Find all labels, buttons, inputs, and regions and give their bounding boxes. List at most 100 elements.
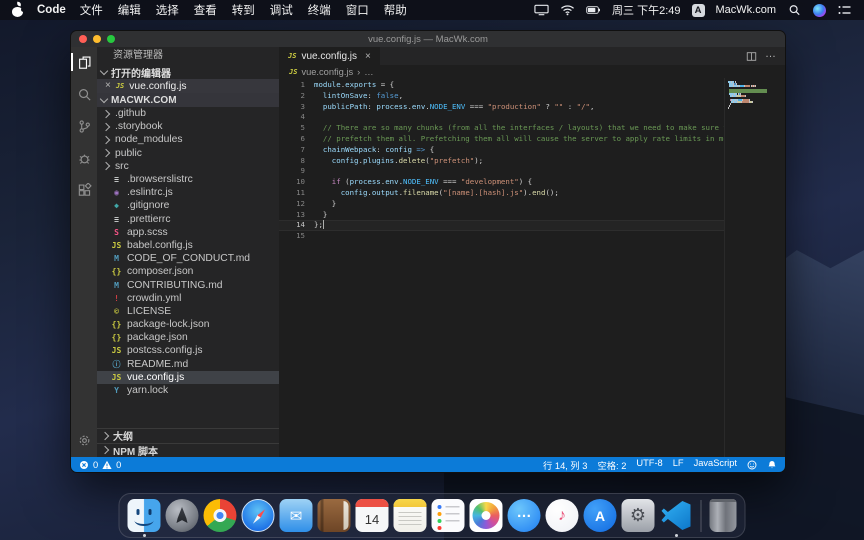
dock-notes[interactable]	[394, 499, 427, 532]
folder-row-src[interactable]: src	[97, 160, 279, 173]
code-line-6[interactable]: 6 // prefetch them all. Prefetching them…	[279, 134, 785, 145]
code-line-3[interactable]: 3 publicPath: process.env.NODE_ENV === "…	[279, 102, 785, 113]
code-editor[interactable]: 1module.exports = {2 lintOnSave: false,3…	[279, 78, 785, 457]
dock-chrome[interactable]	[204, 499, 237, 532]
menubar-menu-终端[interactable]: 终端	[308, 2, 331, 18]
menubar-app-name[interactable]: Code	[37, 4, 66, 16]
dock-reminders[interactable]	[432, 499, 465, 532]
file-row-vue.config.js[interactable]: JSvue.config.js	[97, 371, 279, 384]
code-line-9[interactable]: 9	[279, 166, 785, 177]
source-control-icon[interactable]	[71, 117, 97, 135]
notifications-bell-icon[interactable]	[767, 460, 777, 470]
file-row-LICENSE[interactable]: ©LICENSE	[97, 305, 279, 318]
code-line-8[interactable]: 8 config.plugins.delete("prefetch");	[279, 156, 785, 167]
status-item[interactable]: JavaScript	[694, 458, 737, 472]
code-line-7[interactable]: 7 chainWebpack: config => {	[279, 145, 785, 156]
explorer-icon[interactable]	[71, 53, 97, 71]
dock-settings[interactable]: ⚙	[622, 499, 655, 532]
settings-gear-icon[interactable]	[71, 431, 97, 449]
battery-icon[interactable]	[586, 4, 601, 16]
file-row-crowdin.yml[interactable]: !crowdin.yml	[97, 292, 279, 305]
project-root-header[interactable]: MACWK.COM	[97, 93, 279, 107]
display-icon[interactable]	[534, 4, 549, 16]
wifi-icon[interactable]	[560, 4, 575, 16]
folder-row-node_modules[interactable]: node_modules	[97, 133, 279, 146]
dock-photos[interactable]	[470, 499, 503, 532]
status-item[interactable]: LF	[673, 458, 684, 472]
dock-vscode[interactable]	[660, 499, 693, 532]
folder-row-.github[interactable]: .github	[97, 107, 279, 120]
apple-menu-icon[interactable]	[12, 4, 23, 17]
dock-calendar[interactable]: 14	[356, 499, 389, 532]
file-row-composer.json[interactable]: {}composer.json	[97, 265, 279, 278]
folder-row-.storybook[interactable]: .storybook	[97, 120, 279, 133]
menubar-menu-帮助[interactable]: 帮助	[384, 2, 407, 18]
tab-vue-config-js[interactable]: JS vue.config.js ×	[279, 47, 380, 65]
open-editors-header[interactable]: 打开的编辑器	[97, 65, 279, 79]
dock-messages[interactable]: …	[508, 499, 541, 532]
code-line-12[interactable]: 12 }	[279, 199, 785, 210]
menubar-menu-查看[interactable]: 查看	[194, 2, 217, 18]
code-line-4[interactable]: 4	[279, 112, 785, 123]
file-row-app.scss[interactable]: Sapp.scss	[97, 226, 279, 239]
code-line-2[interactable]: 2 lintOnSave: false,	[279, 91, 785, 102]
file-row-package-lock.json[interactable]: {}package-lock.json	[97, 318, 279, 331]
notification-center-icon[interactable]	[837, 4, 852, 16]
file-row-.gitignore[interactable]: ◆.gitignore	[97, 199, 279, 212]
dock-finder[interactable]	[128, 499, 161, 532]
input-method-icon[interactable]: A	[692, 4, 705, 17]
status-item[interactable]: 空格: 2	[597, 458, 626, 472]
problems-indicator[interactable]: 0 0	[79, 460, 121, 470]
close-icon[interactable]: ×	[105, 81, 111, 91]
file-row-.prettierrc[interactable]: ≡.prettierrc	[97, 213, 279, 226]
menubar-menu-调试[interactable]: 调试	[270, 2, 293, 18]
code-line-11[interactable]: 11 config.output.filename("[name].[hash]…	[279, 188, 785, 199]
feedback-smiley-icon[interactable]	[747, 460, 757, 470]
dock-contacts[interactable]	[318, 499, 351, 532]
file-row-README.md[interactable]: ⓘREADME.md	[97, 358, 279, 371]
debug-icon[interactable]	[71, 149, 97, 167]
file-row-package.json[interactable]: {}package.json	[97, 331, 279, 344]
dock-appstore[interactable]: A	[584, 499, 617, 532]
menubar-menu-编辑[interactable]: 编辑	[118, 2, 141, 18]
code-line-14[interactable]: 14};	[279, 220, 785, 231]
status-item[interactable]: UTF-8	[636, 458, 662, 472]
extensions-icon[interactable]	[71, 181, 97, 199]
code-line-13[interactable]: 13 }	[279, 210, 785, 221]
dock-itunes[interactable]: ♪	[546, 499, 579, 532]
split-editor-icon[interactable]	[746, 51, 757, 62]
file-row-babel.config.js[interactable]: JSbabel.config.js	[97, 239, 279, 252]
file-row-postcss.config.js[interactable]: JSpostcss.config.js	[97, 344, 279, 357]
file-row-yarn.lock[interactable]: Yyarn.lock	[97, 384, 279, 397]
dock-safari[interactable]	[242, 499, 275, 532]
dock-mail[interactable]: ✉	[280, 499, 313, 532]
dock-trash[interactable]	[710, 499, 737, 532]
code-line-10[interactable]: 10 if (process.env.NODE_ENV === "develop…	[279, 177, 785, 188]
breadcrumb-item[interactable]: vue.config.js	[301, 67, 353, 77]
menubar-menu-文件[interactable]: 文件	[80, 2, 103, 18]
sidebar-section-大纲[interactable]: 大纲	[97, 428, 279, 443]
breadcrumb-item[interactable]: …	[364, 67, 373, 77]
code-line-5[interactable]: 5 // There are so many chunks (from all …	[279, 123, 785, 134]
folder-row-public[interactable]: public	[97, 147, 279, 160]
minimap[interactable]	[724, 78, 785, 457]
file-row-.browserslistrc[interactable]: ≡.browserslistrc	[97, 173, 279, 186]
status-item[interactable]: 行 14, 列 3	[543, 458, 587, 472]
menubar-menu-选择[interactable]: 选择	[156, 2, 179, 18]
code-line-1[interactable]: 1module.exports = {	[279, 80, 785, 91]
dock-launchpad[interactable]	[166, 499, 199, 532]
close-tab-icon[interactable]: ×	[365, 51, 371, 62]
file-row-.eslintrc.js[interactable]: ◉.eslintrc.js	[97, 186, 279, 199]
file-row-CONTRIBUTING.md[interactable]: MCONTRIBUTING.md	[97, 278, 279, 291]
search-icon[interactable]	[71, 85, 97, 103]
search-icon[interactable]	[787, 4, 802, 16]
menubar-menu-窗口[interactable]: 窗口	[346, 2, 369, 18]
menubar-clock[interactable]: 周三 下午2:49	[612, 2, 680, 18]
code-line-15[interactable]: 15	[279, 231, 785, 242]
open-editor-item[interactable]: × JS vue.config.js	[97, 79, 279, 93]
menubar-menu-转到[interactable]: 转到	[232, 2, 255, 18]
file-row-CODE_OF_CONDUCT.md[interactable]: MCODE_OF_CONDUCT.md	[97, 252, 279, 265]
window-title-bar[interactable]: vue.config.js — MacWk.com	[71, 31, 785, 47]
breadcrumb[interactable]: JS vue.config.js › …	[279, 65, 785, 78]
menubar-custom-text[interactable]: MacWk.com	[716, 4, 777, 16]
